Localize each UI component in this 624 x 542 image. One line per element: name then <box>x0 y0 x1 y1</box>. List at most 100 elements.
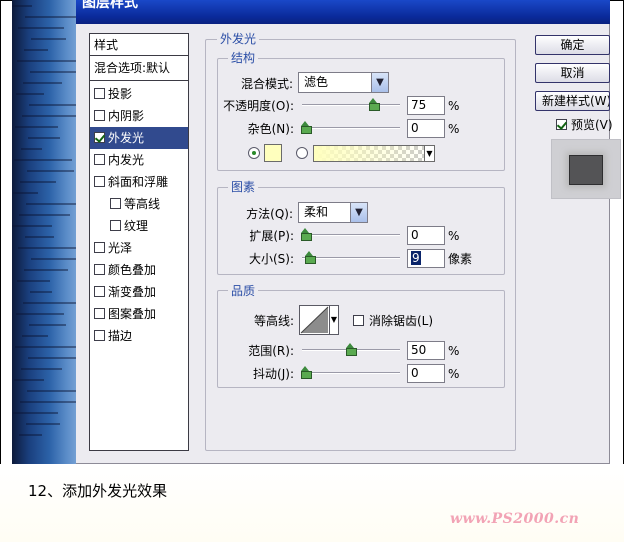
antialias-label[interactable]: 消除锯齿(L) <box>369 313 433 329</box>
dialog-title: 图层样式 <box>82 0 138 11</box>
range-slider-thumb[interactable] <box>346 343 357 356</box>
style-item[interactable]: 外发光 <box>90 127 188 149</box>
size-value: 9 <box>411 251 421 265</box>
style-item[interactable]: 颜色叠加 <box>90 259 188 281</box>
noise-slider[interactable] <box>302 127 400 129</box>
background-text-line <box>23 302 80 304</box>
blend-mode-select[interactable]: 滤色 ▼ <box>298 72 389 93</box>
style-item[interactable]: 斜面和浮雕 <box>90 171 188 193</box>
background-text-line <box>27 390 80 392</box>
solid-color-radio[interactable] <box>248 147 260 159</box>
style-item[interactable]: 内发光 <box>90 149 188 171</box>
preview-label[interactable]: 预览(V) <box>571 117 613 133</box>
style-checkbox[interactable] <box>94 132 105 143</box>
noise-slider-thumb[interactable] <box>301 121 312 134</box>
background-text-line <box>25 236 54 238</box>
style-item[interactable]: 纹理 <box>90 215 188 237</box>
background-text-line <box>28 137 60 139</box>
ok-button[interactable]: 确定 <box>535 35 610 55</box>
background-text-line <box>21 368 62 370</box>
style-checkbox[interactable] <box>94 88 105 99</box>
glow-color-swatch[interactable] <box>264 144 282 162</box>
opacity-slider[interactable] <box>302 104 400 106</box>
style-checkbox[interactable] <box>94 308 105 319</box>
background-text-line <box>16 93 44 95</box>
antialias-checkbox[interactable] <box>353 315 364 326</box>
new-style-button[interactable]: 新建样式(W) <box>535 91 610 111</box>
opacity-slider-thumb[interactable] <box>368 98 380 111</box>
blending-options-item[interactable]: 混合选项:默认 <box>90 57 188 81</box>
background-text-line <box>14 159 72 161</box>
jitter-label: 抖动(J): <box>253 367 294 381</box>
range-unit: % <box>448 344 460 358</box>
style-item-label: 投影 <box>108 87 133 101</box>
step-caption: 12、添加外发光效果 <box>28 482 168 500</box>
style-checkbox[interactable] <box>94 110 105 121</box>
style-item[interactable]: 光泽 <box>90 237 188 259</box>
opacity-unit: % <box>448 99 460 113</box>
style-item[interactable]: 内阴影 <box>90 105 188 127</box>
dialog-titlebar[interactable]: 图层样式 <box>76 0 610 24</box>
contour-label: 等高线: <box>253 314 294 328</box>
blend-mode-value: 滤色 <box>304 75 329 89</box>
size-unit: 像素 <box>448 252 473 266</box>
style-checkbox[interactable] <box>94 176 105 187</box>
spread-slider[interactable] <box>302 234 400 236</box>
jitter-input[interactable]: 0 <box>407 364 445 383</box>
style-list-header: 样式 <box>90 34 188 56</box>
background-text-line <box>19 434 42 436</box>
style-checkbox[interactable] <box>94 154 105 165</box>
style-checkbox[interactable] <box>94 330 105 341</box>
spread-slider-thumb[interactable] <box>301 228 312 241</box>
technique-select[interactable]: 柔和 ▼ <box>298 202 368 223</box>
noise-input[interactable]: 0 <box>407 119 445 138</box>
glow-gradient-picker[interactable]: ▼ <box>313 145 435 162</box>
opacity-input[interactable]: 75 <box>407 96 445 115</box>
size-slider-thumb[interactable] <box>304 251 316 264</box>
style-item-label: 纹理 <box>124 219 149 233</box>
style-item[interactable]: 图案叠加 <box>90 303 188 325</box>
background-text-line <box>31 258 80 260</box>
style-checkbox[interactable] <box>110 220 121 231</box>
background-text-line <box>19 214 70 216</box>
size-label: 大小(S): <box>248 252 294 266</box>
background-text-line <box>27 170 74 172</box>
style-item-label: 光泽 <box>108 241 133 255</box>
style-item[interactable]: 渐变叠加 <box>90 281 188 303</box>
style-item[interactable]: 描边 <box>90 325 188 347</box>
noise-unit: % <box>448 122 460 136</box>
structure-title: 结构 <box>228 51 259 65</box>
style-item-label: 渐变叠加 <box>108 285 157 299</box>
spread-unit: % <box>448 229 460 243</box>
background-text-line <box>13 412 58 414</box>
style-preview <box>551 139 621 199</box>
preview-checkbox[interactable] <box>556 119 567 130</box>
caption-area <box>0 464 624 542</box>
chevron-down-icon: ▼ <box>329 305 339 335</box>
background-photo <box>12 0 80 464</box>
style-checkbox[interactable] <box>110 198 121 209</box>
contour-picker[interactable]: ▼ <box>299 305 339 335</box>
style-checkbox[interactable] <box>94 242 105 253</box>
size-input[interactable]: 9 <box>407 249 445 268</box>
jitter-slider[interactable] <box>302 372 400 374</box>
background-text-line <box>12 5 32 7</box>
style-item-label: 颜色叠加 <box>108 263 157 277</box>
background-text-line <box>26 203 80 205</box>
cancel-button[interactable]: 取消 <box>535 63 610 83</box>
technique-label: 方法(Q): <box>246 207 293 221</box>
gradient-radio[interactable] <box>296 147 308 159</box>
style-item[interactable]: 等高线 <box>90 193 188 215</box>
background-text-line <box>12 225 52 227</box>
size-slider[interactable] <box>302 257 400 259</box>
range-input[interactable]: 50 <box>407 341 445 360</box>
quality-title: 品质 <box>228 284 259 298</box>
background-text-line <box>20 401 76 403</box>
style-item[interactable]: 投影 <box>90 83 188 105</box>
style-checkbox[interactable] <box>94 286 105 297</box>
spread-input[interactable]: 0 <box>407 226 445 245</box>
jitter-slider-thumb[interactable] <box>301 366 312 379</box>
background-text-line <box>25 16 80 18</box>
style-checkbox[interactable] <box>94 264 105 275</box>
chevron-down-icon: ▼ <box>424 145 435 162</box>
